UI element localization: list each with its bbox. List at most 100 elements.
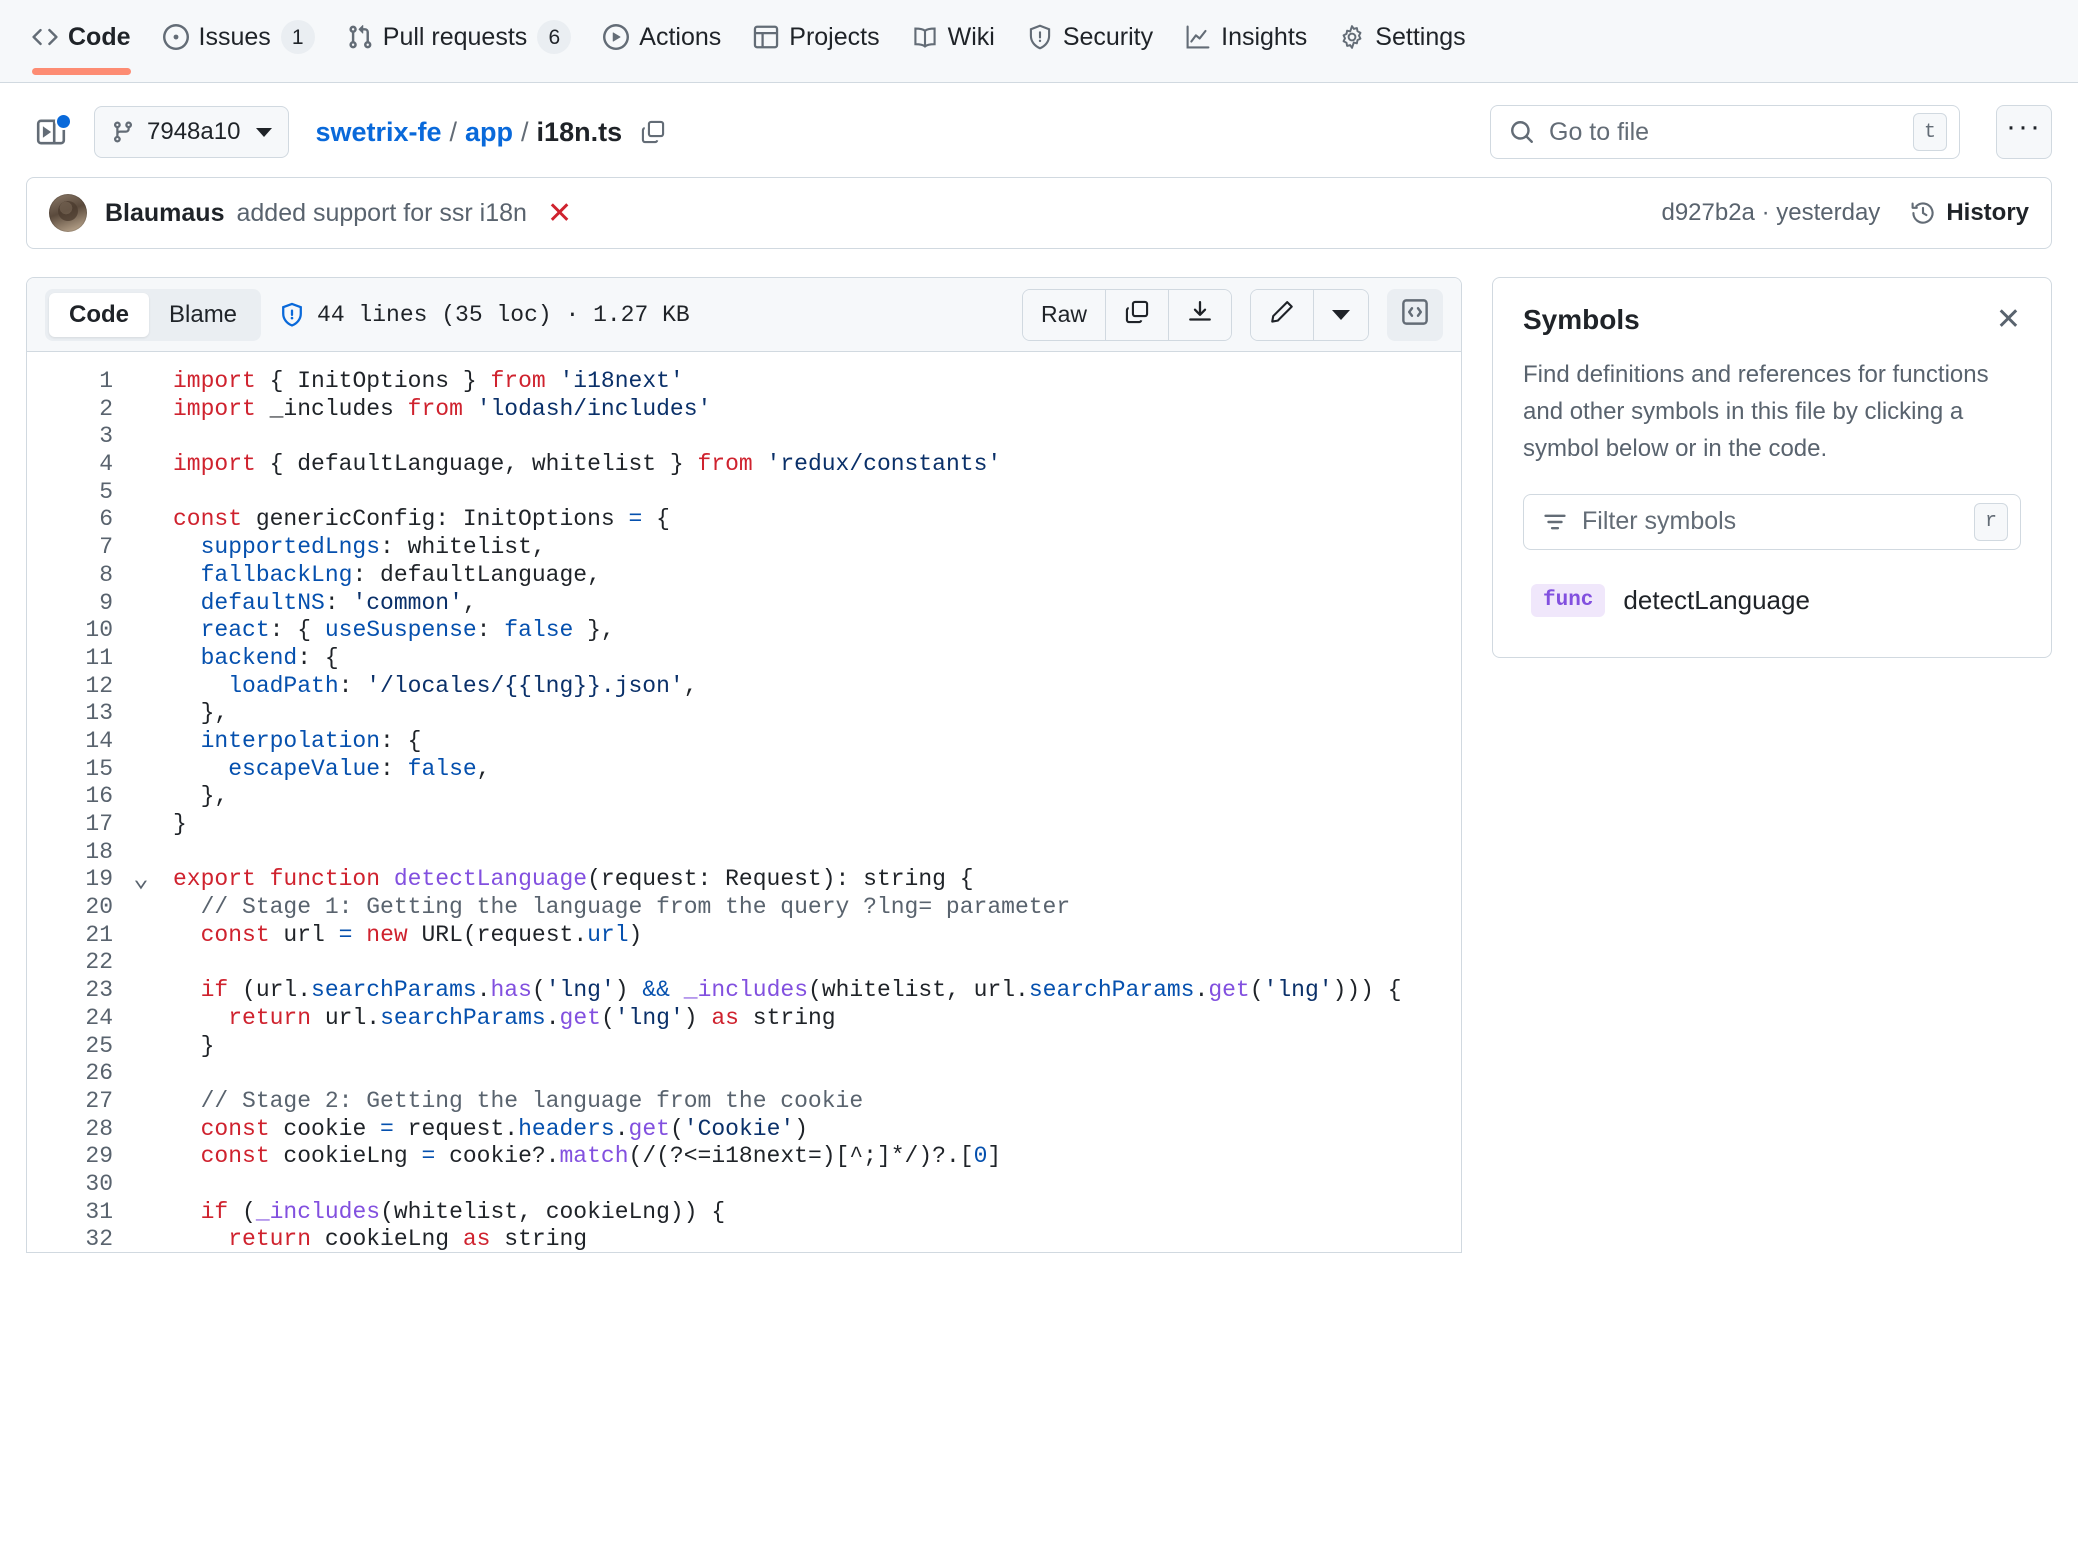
breadcrumb-separator-1: /	[449, 116, 458, 147]
nav-tab-settings[interactable]: Settings	[1325, 8, 1479, 66]
line-number[interactable]: 19	[27, 866, 127, 894]
code-text: defaultNS: 'common',	[200, 589, 477, 616]
code-text: escapeValue: false,	[228, 755, 491, 782]
nav-tab-projects[interactable]: Projects	[739, 8, 893, 66]
line-number[interactable]: 2	[27, 396, 127, 424]
chevron-down-icon[interactable]: ⌄	[127, 866, 155, 894]
tab-code[interactable]: Code	[49, 292, 149, 337]
line-number[interactable]: 9	[27, 590, 127, 618]
code-text: export function detectLanguage(request: …	[173, 866, 974, 893]
filter-symbols-input[interactable]: Filter symbols r	[1523, 493, 2021, 550]
sidebar-expand-icon[interactable]	[26, 107, 76, 157]
line-number[interactable]: 25	[27, 1033, 127, 1061]
line-number[interactable]: 10	[27, 617, 127, 645]
line-number[interactable]: 22	[27, 949, 127, 977]
line-number[interactable]: 23	[27, 977, 127, 1005]
line-number[interactable]: 8	[27, 562, 127, 590]
nav-tab-issues[interactable]: Issues 1	[149, 8, 329, 66]
line-number[interactable]: 29	[27, 1143, 127, 1171]
line-number[interactable]: 21	[27, 922, 127, 950]
git-branch-icon	[111, 120, 135, 144]
tab-blame[interactable]: Blame	[149, 293, 257, 337]
unread-indicator-dot	[55, 113, 72, 130]
line-number[interactable]: 6	[27, 506, 127, 534]
line-number[interactable]: 17	[27, 811, 127, 839]
search-input[interactable]: Go to file t	[1490, 105, 1960, 159]
line-number[interactable]: 11	[27, 645, 127, 673]
copy-raw-button[interactable]	[1106, 289, 1169, 340]
code-line: 3	[27, 423, 1461, 451]
download-button[interactable]	[1169, 289, 1231, 340]
download-icon	[1187, 299, 1213, 331]
line-number[interactable]: 5	[27, 479, 127, 507]
line-number[interactable]: 13	[27, 700, 127, 728]
line-number[interactable]: 16	[27, 783, 127, 811]
filter-shortcut-key: r	[1974, 502, 2008, 541]
code-line: 18	[27, 839, 1461, 867]
history-link[interactable]: History	[1910, 199, 2029, 227]
nav-tab-insights[interactable]: Insights	[1171, 8, 1321, 66]
line-number[interactable]: 30	[27, 1171, 127, 1199]
code-line: 14 interpolation: {	[27, 728, 1461, 756]
code-text: backend: {	[200, 644, 339, 671]
more-options-button[interactable]: ···	[1996, 105, 2052, 159]
edit-group	[1250, 288, 1369, 341]
line-number[interactable]: 14	[27, 728, 127, 756]
edit-button[interactable]	[1251, 289, 1314, 340]
code-line: 2 import _includes from 'lodash/includes'	[27, 396, 1461, 424]
line-number[interactable]: 32	[27, 1226, 127, 1252]
raw-button[interactable]: Raw	[1022, 289, 1106, 340]
nav-tab-wiki[interactable]: Wiki	[898, 8, 1009, 66]
line-number[interactable]: 20	[27, 894, 127, 922]
symbols-toggle-button[interactable]	[1387, 288, 1443, 341]
copy-icon[interactable]	[640, 119, 666, 145]
line-number[interactable]: 3	[27, 423, 127, 451]
code-line: 7 supportedLngs: whitelist,	[27, 534, 1461, 562]
code-text: if (url.searchParams.has('lng') && _incl…	[200, 977, 1402, 1004]
line-number[interactable]: 24	[27, 1005, 127, 1033]
raw-copy-download-group: Raw	[1021, 288, 1232, 341]
commit-message[interactable]: added support for ssr i18n	[236, 199, 526, 228]
repo-navigation: Code Issues 1 Pull requests 6 Actions Pr…	[0, 0, 2078, 83]
code-text: if (_includes(whitelist, cookieLng)) {	[200, 1198, 726, 1225]
code-line: 17}	[27, 811, 1461, 839]
nav-tab-security-label: Security	[1062, 22, 1154, 51]
line-number[interactable]: 26	[27, 1060, 127, 1088]
line-number[interactable]: 31	[27, 1199, 127, 1227]
x-icon[interactable]: ✕	[547, 196, 572, 231]
search-placeholder: Go to file	[1549, 117, 1650, 146]
line-number[interactable]: 28	[27, 1116, 127, 1144]
commit-sep: ·	[1761, 199, 1770, 226]
symbols-description: Find definitions and references for func…	[1523, 361, 1989, 463]
line-number[interactable]: 1	[27, 368, 127, 396]
line-number[interactable]: 7	[27, 534, 127, 562]
breadcrumb-repo[interactable]: swetrix-fe	[315, 117, 441, 148]
nav-tab-actions[interactable]: Actions	[589, 8, 735, 66]
nav-tab-pull-requests[interactable]: Pull requests 6	[333, 8, 586, 66]
search-shortcut-key: t	[1913, 113, 1947, 151]
code-line: 5	[27, 479, 1461, 507]
breadcrumb-folder-app[interactable]: app	[465, 117, 513, 148]
code-line: 10 react: { useSuspense: false },	[27, 617, 1461, 645]
line-number[interactable]: 18	[27, 839, 127, 867]
close-icon[interactable]: ✕	[1996, 305, 2021, 335]
line-number[interactable]: 15	[27, 756, 127, 784]
code-content[interactable]: 1 import { InitOptions } from 'i18next' 2 i…	[27, 352, 1461, 1252]
nav-tab-actions-label: Actions	[639, 22, 722, 51]
nav-tab-security[interactable]: Security	[1013, 8, 1167, 66]
code-toolbar: Code Blame 44 lines (35 loc) · 1.27 KB R…	[27, 278, 1461, 352]
nav-tab-code[interactable]: Code	[18, 8, 145, 75]
table-icon	[753, 24, 779, 50]
line-number[interactable]: 12	[27, 673, 127, 701]
code-text: return cookieLng as string	[228, 1226, 588, 1252]
branch-selector-button[interactable]: 7948a10	[94, 106, 290, 158]
commit-time: yesterday	[1776, 199, 1881, 226]
code-text: const url = new URL(request.url)	[200, 921, 643, 948]
symbol-item-detectLanguage[interactable]: func detectLanguage	[1523, 578, 2021, 623]
code-line: 23 if (url.searchParams.has('lng') && _i…	[27, 977, 1461, 1005]
line-number[interactable]: 4	[27, 451, 127, 479]
commit-sha[interactable]: d927b2a	[1661, 199, 1754, 226]
commit-author[interactable]: Blaumaus	[105, 199, 224, 228]
edit-dropdown-button[interactable]	[1314, 289, 1368, 340]
line-number[interactable]: 27	[27, 1088, 127, 1116]
